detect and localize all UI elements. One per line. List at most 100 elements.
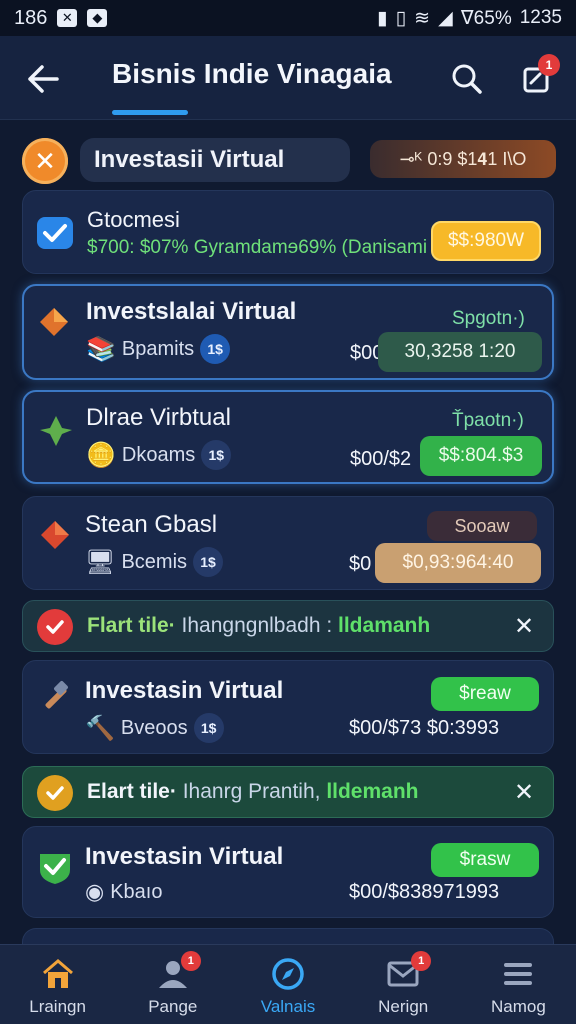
nav-label: Namog	[491, 997, 546, 1016]
hammer-icon	[35, 677, 75, 717]
card-title: Stean Gbasl	[85, 511, 218, 538]
card-subtitle: 🪙 Dkoams 1$	[86, 440, 232, 470]
sub-badge: 1$	[201, 440, 232, 470]
search-button[interactable]	[446, 58, 488, 100]
status-bar: 186 ✕ ◆ ▮ ▯ ≋ ◢ ᐁ65% 1235	[0, 0, 576, 36]
investment-card-summary[interactable]: Gtocmesi $700: $07% Gyramdamɘ69% (Danisa…	[22, 190, 554, 274]
diamond-icon	[34, 302, 74, 342]
alarm-icon: ▮	[377, 7, 388, 29]
nav-badge: 1	[180, 951, 201, 971]
vibrate-icon: ▯	[395, 7, 407, 29]
section-title-pill: Investasii Virtual	[80, 138, 350, 182]
books-icon: 📚	[86, 335, 116, 363]
amount-pill[interactable]: $$:980W	[431, 221, 541, 261]
signal-icon: ◢	[438, 7, 453, 29]
notification-button[interactable]: 1	[516, 54, 560, 100]
card-title: Investasin Virtual	[85, 843, 284, 870]
status-pill[interactable]: $rasw	[431, 843, 539, 877]
investment-card[interactable]: Investslalai Virtual 📚 Bpamits 1$ $00 Sp…	[22, 284, 554, 380]
investment-card[interactable]: Investasin Virtual 🔨 Bveoos 1$ $00/$73 $…	[22, 660, 554, 754]
card-title: Dlrae Virbtual	[86, 404, 231, 431]
search-icon	[452, 64, 482, 94]
sub-badge: 1$	[193, 547, 224, 577]
card-title: Gtocmesi	[87, 207, 180, 232]
nav-item-menu[interactable]: Namog	[461, 945, 576, 1024]
nav-badge: 1	[411, 951, 432, 971]
card-title: Investslalai Virtual	[86, 298, 297, 325]
toast-text: Elart tile· Ihanrg Prantih, lldemanh	[87, 780, 419, 804]
card-subtitle: $700: $07% Gyramdamɘ69% (Danisami	[87, 237, 428, 258]
investment-card[interactable]: Dlrae Virbtual 🪙 Dkoams 1$ $00/$2 Ťpaotn…	[22, 390, 554, 484]
sub-badge: 1$	[200, 334, 231, 364]
monitor-icon: 🖥	[85, 548, 116, 576]
card-tag[interactable]: Sooaw	[427, 511, 537, 541]
app-bar: Bisnis Indie Vinagaia 1	[0, 36, 576, 120]
bottom-navigation: Lraingn 1 Pange Valnais 1 Nerign Namog	[0, 944, 576, 1024]
toast-mid: Ihanrg Prantih,	[182, 780, 321, 803]
card-sub-label: Dkoams	[121, 443, 196, 466]
mail-icon: 1	[385, 951, 432, 991]
header-row: ✕ Investasii Virtual ⊸ᴷ 0:9 $1𝟒1 I\O	[22, 134, 556, 186]
nav-label: Pange	[148, 997, 198, 1016]
user-icon: 1	[155, 951, 201, 991]
nav-item-messages[interactable]: 1 Nerign	[346, 945, 461, 1024]
card-tag: Ťpaotn·)	[452, 410, 524, 431]
card-sub-label: Bpamits	[121, 337, 195, 360]
check-badge-icon	[37, 609, 73, 645]
status-pill[interactable]: $reaw	[431, 677, 539, 711]
shield-check-icon	[35, 213, 75, 253]
nav-item-home[interactable]: Lraingn	[0, 945, 115, 1024]
notification-badge: 1	[538, 54, 560, 76]
app-notification-icon: ◆	[87, 9, 108, 27]
nav-label: Nerign	[378, 997, 429, 1016]
close-icon[interactable]: ✕	[511, 613, 537, 640]
toast-text: Flart tile· Ihangngnlbadh : lldamanh	[87, 614, 430, 638]
gavel-icon: 🔨	[85, 714, 115, 742]
card-subtitle: 🔨 Bveoos 1$	[85, 713, 224, 743]
amount-pill[interactable]: $$:804.$3	[420, 436, 542, 476]
amount-pill[interactable]: 30,3258 1:20	[378, 332, 542, 372]
toast-mid: Ihangngnlbadh :	[181, 614, 333, 637]
wifi-icon: ≋	[414, 7, 431, 29]
toast-lead: Elart tile·	[87, 780, 177, 803]
card-subtitle: 📚 Bpamits 1$	[86, 334, 231, 364]
status-left-text: 186	[14, 6, 48, 29]
card-amount: $0	[349, 553, 372, 575]
back-arrow-icon	[28, 65, 59, 93]
investment-card[interactable]: Stean Gbasl 🖥 Bcemis 1$ $0 Sooaw $0,93:9…	[22, 496, 554, 590]
toast-tail: lldamanh	[338, 614, 431, 637]
balance-chip[interactable]: ⊸ᴷ 0:9 $1𝟒1 I\O	[370, 140, 556, 178]
card-sub-label: Bveoos	[120, 716, 188, 739]
investment-card[interactable]: Investasin Virtual ◉ Kbaıo $00/$83897199…	[22, 826, 554, 918]
target-icon: ◉	[85, 879, 105, 904]
toast-notification: Elart tile· Ihanrg Prantih, lldemanh ✕	[22, 766, 554, 818]
compass-icon	[270, 957, 306, 991]
card-title: Investasin Virtual	[85, 677, 284, 704]
card-sub-label: Bcemis	[121, 550, 188, 573]
coins-icon: 🪙	[86, 441, 116, 469]
notification-icon: ✕	[57, 9, 78, 27]
back-button[interactable]	[22, 58, 64, 100]
close-icon[interactable]: ✕	[511, 779, 537, 806]
card-subtitle: ◉ Kbaıo	[85, 879, 162, 905]
battery-text: ᐁ65%	[460, 7, 512, 29]
leaf-icon	[36, 410, 76, 450]
check-badge-icon	[37, 775, 73, 811]
card-sub-label: Kbaıo	[110, 880, 163, 903]
menu-icon	[500, 957, 536, 991]
nav-item-profile[interactable]: 1 Pange	[115, 945, 230, 1024]
status-time: 1235	[519, 7, 562, 28]
card-tag: Spgotn·)	[452, 308, 525, 329]
close-icon[interactable]: ✕	[22, 138, 68, 184]
page-title: Bisnis Indie Vinagaia	[112, 58, 392, 89]
sub-badge: 1$	[193, 713, 224, 743]
title-underline	[112, 110, 188, 115]
home-icon	[40, 957, 76, 991]
card-amount: $00/$2	[350, 448, 412, 470]
card-subtitle: 🖥 Bcemis 1$	[85, 547, 224, 577]
card-amount: $00/$73 $0:3993	[349, 717, 500, 739]
shield-check-icon	[35, 847, 75, 887]
amount-pill[interactable]: $0,93:964:40	[375, 543, 541, 583]
nav-item-explore[interactable]: Valnais	[230, 945, 345, 1024]
card-amount: $00/$838971993	[349, 881, 500, 903]
